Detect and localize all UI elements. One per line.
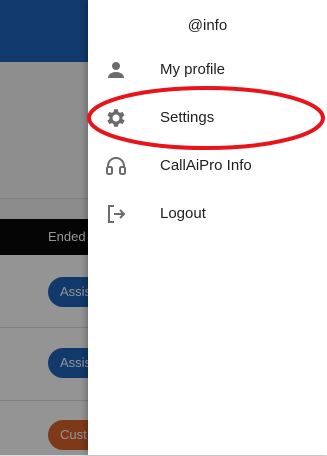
logout-icon — [104, 202, 128, 226]
menu-item-settings[interactable]: Settings — [88, 96, 327, 140]
headset-icon — [104, 154, 128, 178]
menu-item-label: CallAiPro Info — [160, 157, 252, 174]
gear-icon — [104, 106, 128, 130]
drawer-username: @info — [187, 17, 228, 34]
menu-item-logout[interactable]: Logout — [88, 192, 327, 236]
menu-item-callaipro-info[interactable]: CallAiPro Info — [88, 144, 327, 188]
menu-item-my-profile[interactable]: My profile — [88, 48, 327, 92]
menu-item-label: My profile — [160, 61, 226, 78]
person-icon — [104, 58, 128, 82]
menu-item-label: Settings — [160, 109, 215, 126]
menu-item-label: Logout — [160, 205, 206, 222]
navigation-drawer: @info My profile Settings CallAiPro Info — [88, 0, 327, 455]
